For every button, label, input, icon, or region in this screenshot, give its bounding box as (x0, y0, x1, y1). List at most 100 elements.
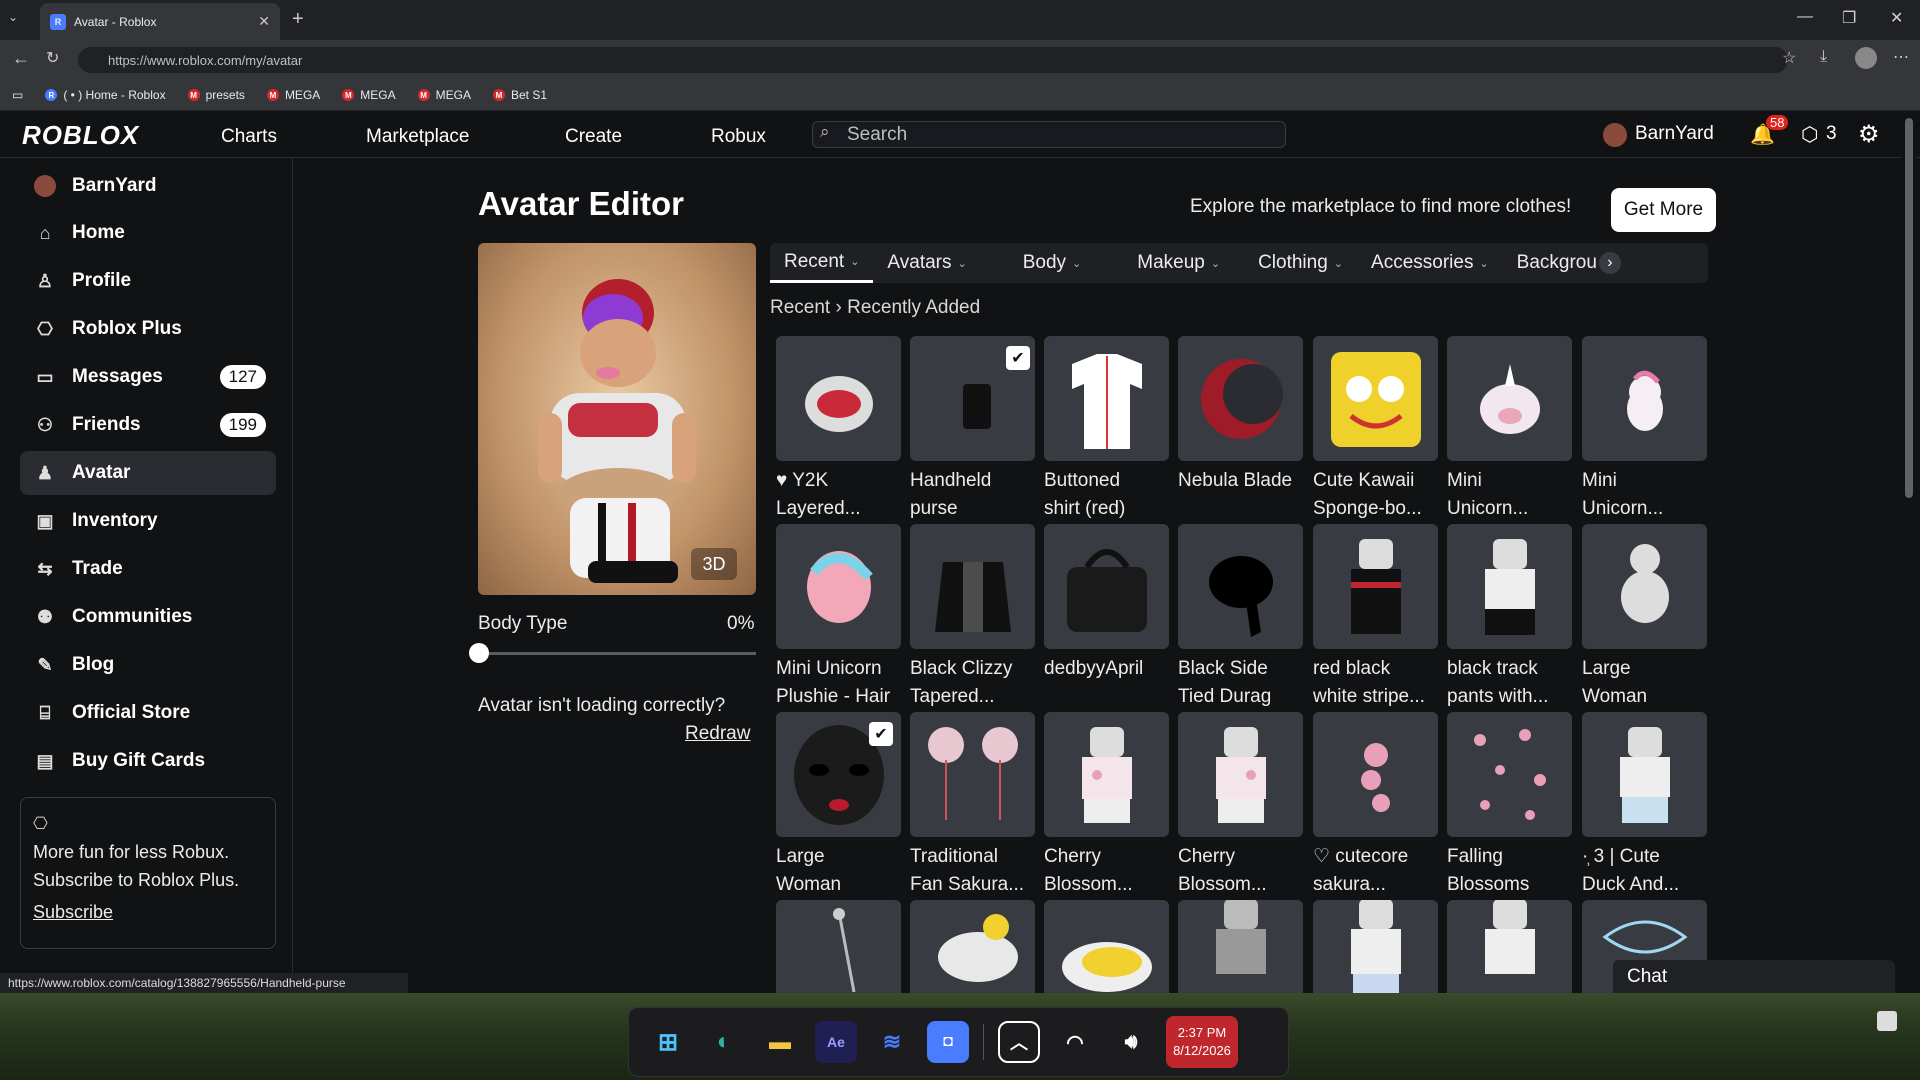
item-name[interactable]: Cute Kawaii Sponge-bo... (1313, 467, 1443, 523)
bookmark-item[interactable]: M MEGA (266, 88, 320, 102)
item-card[interactable] (1044, 900, 1169, 993)
tab-makeup[interactable]: Makeup ⌄ (1123, 243, 1234, 283)
chevron-up-icon[interactable]: ︿ (998, 1021, 1040, 1063)
item-name[interactable]: Mini Unicorn Plushie - Hair (776, 655, 906, 711)
item-name[interactable]: black track pants with... (1447, 655, 1577, 711)
sidebar-item-official-store[interactable]: ⌸ Official Store (20, 691, 276, 735)
item-card[interactable] (1178, 900, 1303, 993)
item-card[interactable] (1178, 336, 1303, 461)
item-card[interactable] (1044, 712, 1169, 837)
edge-browser-icon[interactable]: ◐ (703, 1021, 745, 1063)
back-icon[interactable]: ← (12, 48, 30, 69)
body-type-slider[interactable] (478, 652, 756, 655)
item-card[interactable] (1313, 900, 1438, 993)
browser-tab[interactable]: R Avatar - Roblox ✕ (40, 3, 280, 40)
subscribe-link[interactable]: Subscribe (33, 898, 263, 926)
bookmark-item[interactable]: M Bet S1 (492, 88, 547, 102)
sidebar-user[interactable]: BarnYard (20, 164, 276, 208)
chevron-right-icon[interactable]: › (1598, 252, 1621, 274)
url-input[interactable]: https://www.roblox.com/my/avatar (78, 47, 1788, 73)
item-name[interactable]: Buttoned shirt (red) (1044, 467, 1174, 523)
user-avatar[interactable] (1603, 123, 1627, 147)
item-name[interactable]: ♡ cutecore sakura... (1313, 843, 1443, 899)
nav-create[interactable]: Create (565, 126, 622, 148)
roblox-app-icon[interactable]: ◘ (927, 1021, 969, 1063)
item-name[interactable]: ♥ Y2K Layered... (776, 467, 906, 523)
bookmark-item[interactable]: R( • ) Home - Roblox (45, 88, 166, 102)
item-card[interactable] (1044, 524, 1169, 649)
sidebar-item-inventory[interactable]: ▣ Inventory (20, 499, 276, 543)
robux-icon[interactable]: ⬡ (1801, 122, 1818, 147)
item-card[interactable] (1582, 524, 1707, 649)
sidebar-item-buy-gift-cards[interactable]: ▤ Buy Gift Cards (20, 739, 276, 783)
tab-recent[interactable]: Recent ⌄ (770, 243, 874, 283)
tab-list-icon[interactable]: ⌄ (8, 10, 18, 24)
tab-avatars[interactable]: Avatars ⌄ (873, 243, 980, 283)
profile-avatar-icon[interactable] (1855, 47, 1877, 69)
volume-icon[interactable]: 🔊︎ (1110, 1021, 1152, 1063)
breadcrumb-recent[interactable]: Recent (770, 297, 830, 318)
sidebar-item-friends[interactable]: ⚇ Friends 199 (20, 403, 276, 447)
checkmark-icon[interactable]: ✔ (869, 722, 893, 746)
bookmark-item[interactable]: Mpresets (187, 88, 245, 102)
item-name[interactable]: Falling Blossoms (1447, 843, 1577, 899)
roblox-logo[interactable]: ROBLOX (22, 120, 139, 151)
nav-marketplace[interactable]: Marketplace (366, 126, 470, 148)
item-name[interactable]: Mini Unicorn... (1582, 467, 1712, 523)
item-name[interactable]: Traditional Fan Sakura... (910, 843, 1040, 899)
item-card[interactable] (1044, 336, 1169, 461)
item-card[interactable] (1178, 524, 1303, 649)
item-card[interactable] (1178, 712, 1303, 837)
sidebar-item-trade[interactable]: ⇆ Trade (20, 547, 276, 591)
windows-start-icon[interactable]: ⊞ (647, 1021, 689, 1063)
apps-icon[interactable]: ▭ (12, 88, 23, 102)
sidebar-item-blog[interactable]: ✎ Blog (20, 643, 276, 687)
item-name[interactable]: Large Woman (776, 843, 906, 899)
item-name[interactable]: Mini Unicorn... (1447, 467, 1577, 523)
item-name[interactable]: Handheld purse (910, 467, 1040, 523)
new-tab-icon[interactable]: + (292, 8, 304, 31)
item-card[interactable] (776, 336, 901, 461)
notification-center-icon[interactable] (1877, 1011, 1897, 1031)
redraw-link[interactable]: Redraw (685, 723, 750, 745)
close-window-icon[interactable]: ✕ (1890, 8, 1903, 28)
item-name[interactable]: Black Side Tied Durag (1178, 655, 1308, 711)
tab-background[interactable]: Backgrou (1503, 243, 1597, 283)
nav-charts[interactable]: Charts (221, 126, 277, 148)
menu-icon[interactable]: ⋯ (1893, 47, 1909, 67)
nav-username[interactable]: BarnYard (1635, 123, 1714, 145)
sidebar-item-profile[interactable]: ♙ Profile (20, 259, 276, 303)
bluestacks-icon[interactable]: ≋ (871, 1021, 913, 1063)
minimize-icon[interactable]: — (1797, 8, 1813, 26)
toggle-3d-button[interactable]: 3D (691, 548, 737, 580)
file-explorer-icon[interactable]: ▬ (759, 1021, 801, 1063)
sidebar-item-messages[interactable]: ▭ Messages 127 (20, 355, 276, 399)
tab-clothing[interactable]: Clothing ⌄ (1244, 243, 1357, 283)
item-card[interactable] (1447, 900, 1572, 993)
item-card[interactable] (1447, 524, 1572, 649)
get-more-button[interactable]: Get More (1611, 188, 1716, 232)
item-name[interactable]: Cherry Blossom... (1044, 843, 1174, 899)
after-effects-icon[interactable]: Ae (815, 1021, 857, 1063)
bookmark-item[interactable]: M MEGA (342, 88, 396, 102)
nav-robux[interactable]: Robux (711, 126, 766, 148)
clock[interactable]: 2:37 PM 8/12/2026 (1166, 1016, 1238, 1068)
tab-body[interactable]: Body ⌄ (1009, 243, 1096, 283)
item-name[interactable]: Cherry Blossom... (1178, 843, 1308, 899)
item-name[interactable]: dedbyyApril (1044, 655, 1174, 683)
settings-gear-icon[interactable]: ⚙ (1858, 120, 1880, 149)
item-name[interactable]: red black white stripe... (1313, 655, 1443, 711)
item-name[interactable]: ·̹ 3 | Cute Duck And... (1582, 843, 1712, 899)
reload-icon[interactable]: ↻ (46, 48, 59, 68)
sidebar-item-communities[interactable]: ⚉ Communities (20, 595, 276, 639)
item-card[interactable] (1447, 712, 1572, 837)
chat-button[interactable]: Chat (1613, 960, 1895, 993)
sidebar-item-roblox-plus[interactable]: ⎔ Roblox Plus (20, 307, 276, 351)
bookmark-item[interactable]: M MEGA (417, 88, 471, 102)
wifi-icon[interactable]: ◠ (1054, 1021, 1096, 1063)
body-type-slider-handle[interactable] (469, 643, 489, 663)
close-tab-icon[interactable]: ✕ (258, 13, 270, 30)
item-card[interactable] (1447, 336, 1572, 461)
item-card[interactable] (910, 900, 1035, 993)
item-card[interactable] (1313, 336, 1438, 461)
